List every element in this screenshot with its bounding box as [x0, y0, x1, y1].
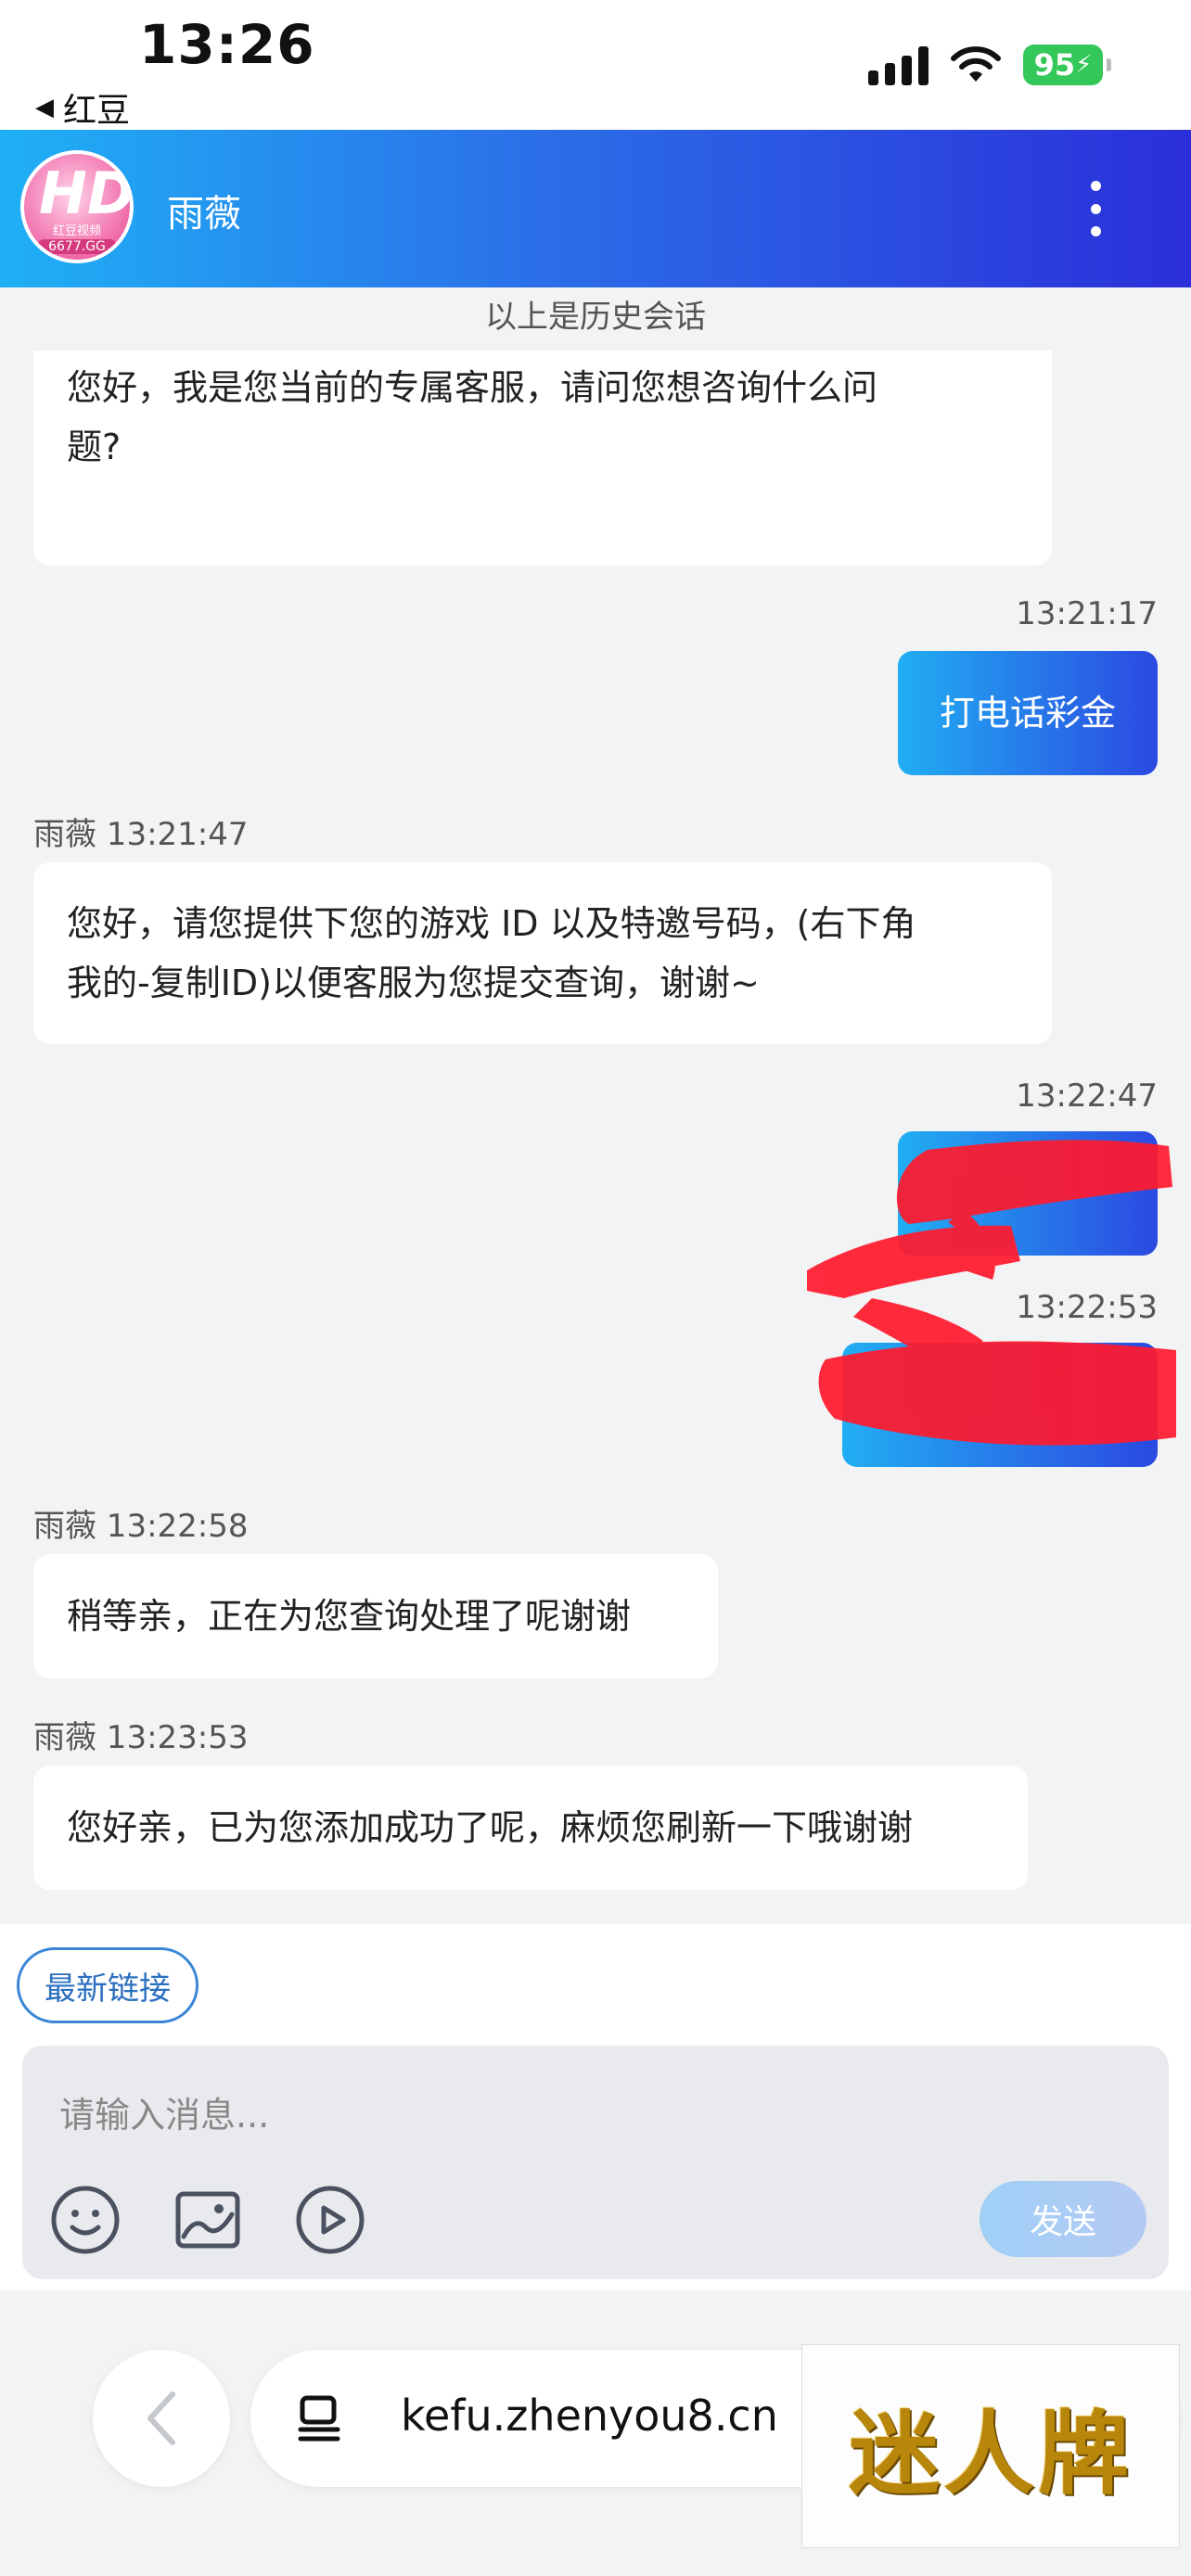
more-menu-icon[interactable]: [1089, 181, 1102, 236]
back-app-label: 红豆: [63, 92, 131, 130]
battery-icon: 95 ⚡: [1023, 45, 1111, 85]
agent-message: 您好亲，已为您添加成功了呢，麻烦您刷新一下哦谢谢: [33, 1766, 1028, 1890]
chat-messages[interactable]: 以上是历史会话 您好，我是您当前的专属客服，请问您想咨询什么问 题? 13:21…: [0, 287, 1191, 1924]
message-composer: 发送: [22, 2046, 1169, 2279]
latest-link-button[interactable]: 最新链接: [17, 1947, 198, 2023]
agent-message: 您好，请您提供下您的游戏 ID 以及特邀号码，(右下角 我的-复制ID)以便客服…: [33, 862, 1052, 1044]
url-text: kefu.zhenyou8.cn: [401, 2391, 778, 2441]
message-text-line: 您好，请您提供下您的游戏 ID 以及特邀号码，(右下角: [67, 903, 916, 944]
chevron-left-icon: [147, 2391, 175, 2445]
message-sender-time: 雨薇 13:22:58: [33, 1508, 249, 1545]
cellular-signal-icon: [868, 45, 928, 85]
message-text-line: 您好，我是您当前的专属客服，请问您想咨询什么问: [67, 367, 878, 408]
battery-level: 95: [1033, 47, 1076, 83]
status-bar: 13:26 ◀ 红豆 95 ⚡: [0, 0, 1191, 130]
message-sender-time: 雨薇 13:23:53: [33, 1719, 249, 1756]
agent-message: 稍等亲，正在为您查询处理了呢谢谢: [33, 1554, 718, 1678]
message-sender-time: 雨薇 13:21:47: [33, 816, 249, 853]
message-input[interactable]: [59, 2083, 894, 2148]
avatar[interactable]: HD 红豆视频 6677.GG: [20, 150, 134, 263]
message-time: 13:21:17: [1016, 595, 1158, 632]
avatar-caption: 红豆视频: [52, 224, 101, 238]
watermark-logo: 迷人牌: [801, 2344, 1180, 2548]
page-title: 雨薇: [167, 193, 241, 236]
chat-header: HD 红豆视频 6677.GG 雨薇: [0, 130, 1191, 287]
history-note: 以上是历史会话: [485, 299, 706, 336]
emoji-icon[interactable]: [48, 2183, 122, 2257]
browser-back-button[interactable]: [93, 2350, 230, 2487]
status-time: 13:26: [139, 13, 315, 76]
back-to-app[interactable]: ◀ 红豆: [35, 83, 130, 132]
page-menu-icon[interactable]: [293, 2392, 345, 2444]
status-icons: 95 ⚡: [868, 45, 1111, 85]
avatar-logo-text: HD: [39, 159, 134, 227]
wifi-icon: [951, 46, 1001, 82]
message-text-line: 题?: [67, 427, 122, 467]
send-button[interactable]: 发送: [980, 2181, 1146, 2257]
avatar-domain: 6677.GG: [37, 239, 117, 254]
message-time: 13:22:47: [1016, 1078, 1158, 1115]
agent-message: 您好，我是您当前的专属客服，请问您想咨询什么问 题?: [33, 351, 1052, 566]
user-message: 打电话彩金: [898, 651, 1158, 775]
video-icon[interactable]: [293, 2183, 367, 2257]
back-triangle-icon: ◀: [35, 94, 54, 121]
message-text-line: 我的-复制ID)以便客服为您提交查询，谢谢~: [67, 963, 760, 1003]
redaction-scribble: [807, 1140, 1176, 1446]
image-icon[interactable]: [171, 2183, 245, 2257]
